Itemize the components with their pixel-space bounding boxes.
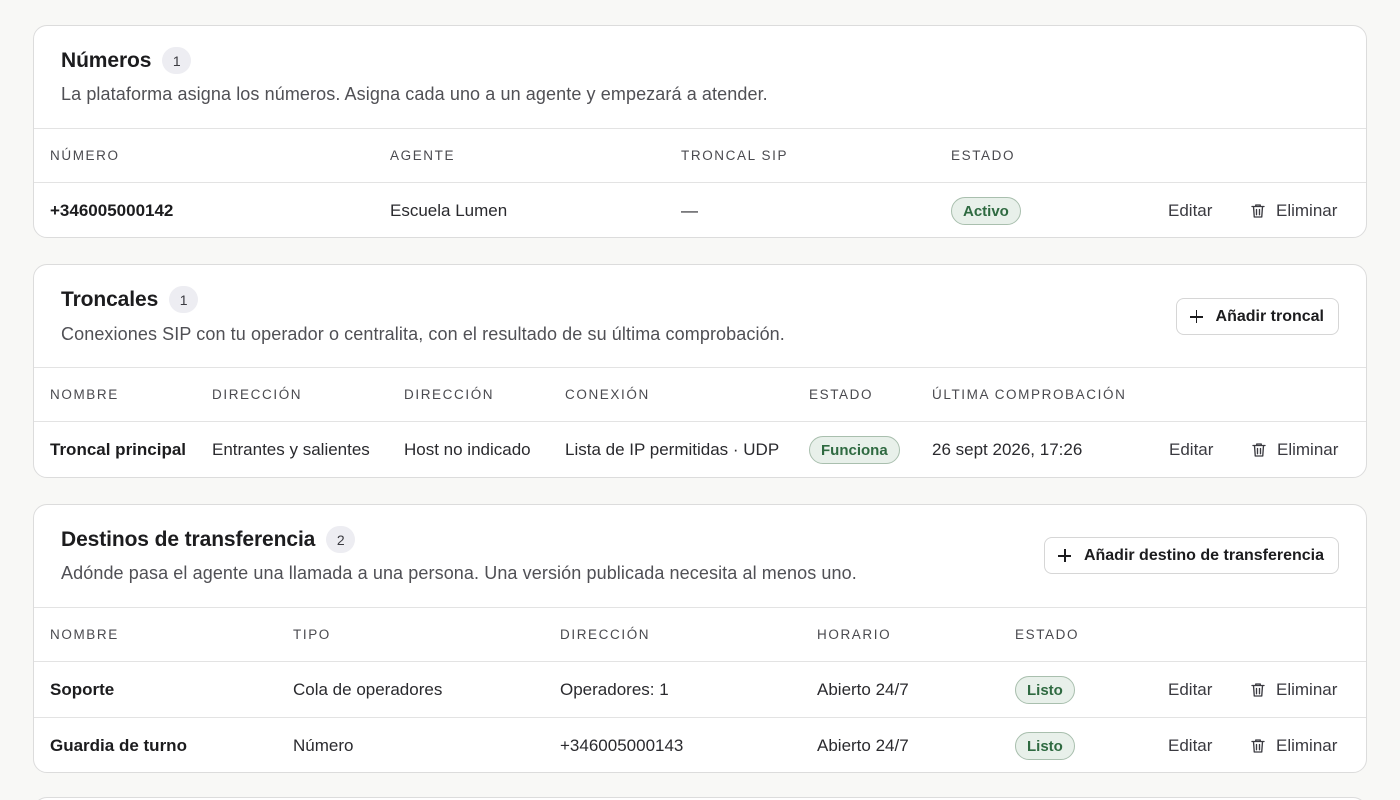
table-row: Guardia de turno Número +346005000143 Ab… (34, 717, 1366, 772)
destinos-header: Destinos de transferencia 2 Adónde pasa … (34, 505, 1366, 608)
plus-icon (1189, 310, 1203, 323)
status-badge: Listo (1015, 676, 1075, 704)
col-direccion-host: DIRECCIÓN (404, 387, 495, 402)
status-badge: Listo (1015, 732, 1075, 760)
tipo-value: Cola de operadores (293, 680, 443, 699)
edit-button[interactable]: Editar (1169, 422, 1213, 477)
numero-value: +346005000142 (50, 201, 174, 220)
col-estado: ESTADO (1015, 627, 1080, 642)
status-badge: Funciona (809, 436, 900, 464)
troncales-count-badge: 1 (169, 286, 199, 313)
troncales-title: Troncales (61, 287, 159, 311)
trash-icon (1251, 682, 1265, 697)
col-tipo: TIPO (293, 627, 331, 642)
nombre-value: Soporte (50, 680, 115, 699)
numeros-count-badge: 1 (162, 47, 192, 74)
delete-button[interactable]: Eliminar (1249, 183, 1338, 237)
destinos-description: Adónde pasa el agente una llamada a una … (61, 563, 857, 583)
col-horario: HORARIO (817, 627, 892, 642)
edit-button[interactable]: Editar (1168, 183, 1212, 237)
col-numero: NÚMERO (50, 148, 120, 163)
numeros-title: Números (61, 48, 152, 72)
delete-label: Eliminar (1276, 200, 1338, 220)
numeros-table-header: NÚMERO AGENTE TRONCAL SIP ESTADO (34, 129, 1366, 183)
table-row: Troncal principal Entrantes y salientes … (34, 422, 1366, 477)
col-estado: ESTADO (809, 387, 874, 402)
add-troncal-label: Añadir troncal (1215, 307, 1324, 325)
table-row: Soporte Cola de operadores Operadores: 1… (34, 662, 1366, 717)
destinos-count-badge: 2 (326, 526, 356, 553)
col-conexion: CONEXIÓN (565, 387, 650, 402)
direccion-value: +346005000143 (560, 736, 684, 755)
delete-button[interactable]: Eliminar (1249, 718, 1338, 772)
delete-label: Eliminar (1276, 735, 1338, 755)
horario-value: Abierto 24/7 (817, 736, 909, 755)
numeros-description: La plataforma asigna los números. Asigna… (61, 84, 768, 104)
numeros-card: Números 1 La plataforma asigna los númer… (33, 25, 1367, 238)
troncales-description: Conexiones SIP con tu operador o central… (61, 324, 785, 344)
troncales-header: Troncales 1 Conexiones SIP con tu operad… (34, 265, 1366, 368)
table-row: +346005000142 Escuela Lumen — Activo Edi… (34, 183, 1366, 237)
delete-label: Eliminar (1276, 679, 1338, 699)
status-badge: Activo (951, 197, 1021, 225)
troncales-card: Troncales 1 Conexiones SIP con tu operad… (33, 264, 1367, 478)
delete-button[interactable]: Eliminar (1249, 662, 1337, 717)
nombre-value: Guardia de turno (50, 736, 187, 755)
destinos-table-header: NOMBRE TIPO DIRECCIÓN HORARIO ESTADO (34, 608, 1366, 662)
direccion-value: Operadores: 1 (560, 680, 669, 699)
plus-icon (1057, 549, 1071, 562)
col-nombre: NOMBRE (50, 387, 119, 402)
edit-button[interactable]: Editar (1168, 662, 1212, 717)
edit-button[interactable]: Editar (1168, 718, 1212, 772)
col-direccion: DIRECCIÓN (212, 387, 303, 402)
col-ultima-comprobacion: ÚLTIMA COMPROBACIÓN (932, 387, 1127, 402)
trash-icon (1252, 442, 1266, 457)
col-estado: ESTADO (951, 148, 1016, 163)
agente-value: Escuela Lumen (390, 201, 508, 220)
nombre-value: Troncal principal (50, 440, 187, 459)
ultima-comprobacion-value: 26 sept 2026, 17:26 (932, 440, 1083, 459)
col-agente: AGENTE (390, 148, 456, 163)
tipo-value: Número (293, 736, 354, 755)
host-value: Host no indicado (404, 440, 531, 459)
numeros-header: Números 1 La plataforma asigna los númer… (34, 26, 1366, 129)
trash-icon (1251, 203, 1265, 218)
col-nombre: NOMBRE (50, 627, 119, 642)
troncales-table-header: NOMBRE DIRECCIÓN DIRECCIÓN CONEXIÓN ESTA… (34, 368, 1366, 422)
destinos-title: Destinos de transferencia (61, 527, 316, 551)
add-destino-button[interactable]: Añadir destino de transferencia (1043, 537, 1339, 574)
delete-button[interactable]: Eliminar (1250, 422, 1338, 477)
trash-icon (1251, 738, 1265, 753)
destinos-card: Destinos de transferencia 2 Adónde pasa … (33, 504, 1367, 773)
conexion-value: Lista de IP permitidas · UDP (565, 440, 780, 459)
col-direccion: DIRECCIÓN (560, 627, 651, 642)
add-destino-label: Añadir destino de transferencia (1083, 546, 1324, 564)
troncal-value: — (681, 201, 698, 220)
col-troncal-sip: TRONCAL SIP (681, 148, 789, 163)
add-troncal-button[interactable]: Añadir troncal (1175, 298, 1339, 335)
direccion-value: Entrantes y salientes (212, 440, 370, 459)
horario-value: Abierto 24/7 (817, 680, 909, 699)
delete-label: Eliminar (1277, 439, 1339, 459)
